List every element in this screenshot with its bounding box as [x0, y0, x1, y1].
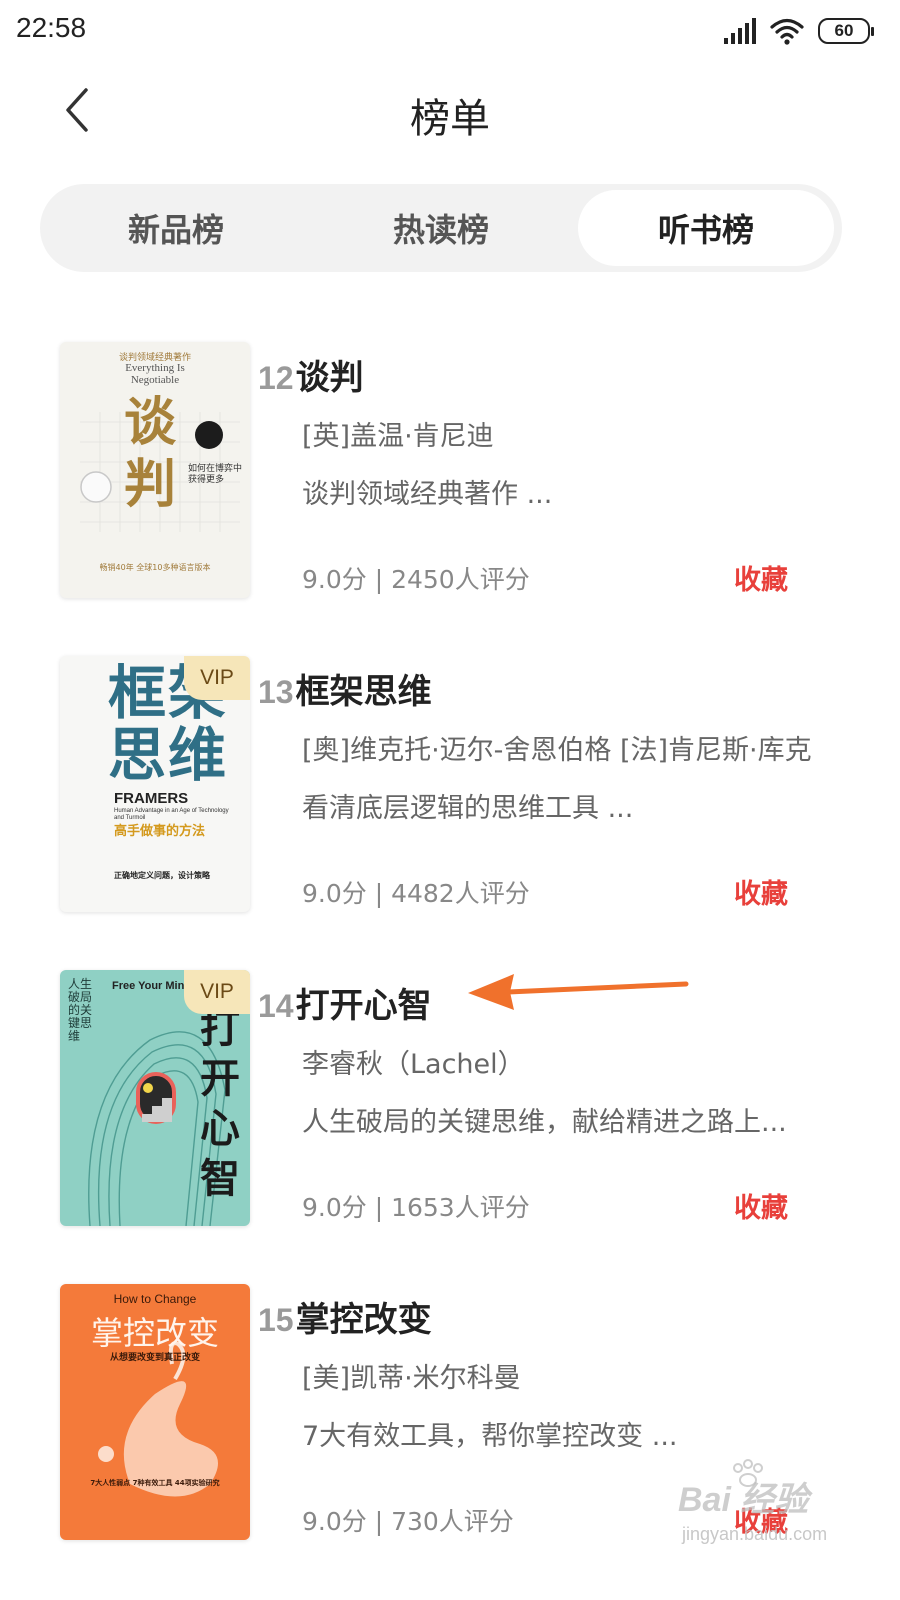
book-rating: 9.0分 | 2450人评分 [302, 565, 530, 594]
book-description: 看清底层逻辑的思维工具 ... [302, 793, 634, 824]
book-rank: 12 [258, 360, 294, 396]
book-item[interactable]: 谈判领域经典著作 Everything Is Negotiable 谈判 如何在… [0, 342, 900, 656]
book-title-row: 14 打开心智 [258, 978, 432, 1027]
nav-bar: 榜单 [0, 70, 900, 160]
cover-subtitle: 如何在博弈中获得更多 [188, 464, 243, 485]
book-title-row: 13 框架思维 [258, 664, 432, 713]
watermark: Bai 经验 jingyan.baidu.com [672, 1458, 862, 1558]
cover-en-title: FRAMERS [114, 790, 189, 807]
book-rank: 15 [258, 1302, 294, 1338]
cover-bottom-line: 畅销40年 全球10多种语言版本 [99, 563, 211, 572]
annotation-arrow-icon [468, 974, 689, 1010]
book-rank: 14 [258, 988, 294, 1024]
status-bar: 22:58 60 [0, 0, 900, 60]
vip-badge: VIP [184, 656, 250, 700]
book-item[interactable]: 框架思维 FRAMERS Human Advantage in an Age o… [0, 656, 900, 970]
book-item[interactable]: Free Your Mind 人生破局的关键思维 打开心智 VIP 14 打开心… [0, 970, 900, 1284]
battery-level: 60 [834, 21, 854, 40]
cover-big-title: 谈判 [124, 392, 177, 515]
cover-en-title: Free Your Mind [112, 980, 192, 992]
book-author: [奥]维克托·迈尔-舍恩伯格 [法]肯尼斯·库克 [302, 735, 812, 766]
cover-big-title: 掌控改变 [90, 1314, 219, 1352]
book-title[interactable]: 谈判 [296, 350, 364, 399]
battery-icon: 60 [818, 18, 874, 44]
book-cover[interactable]: 框架思维 FRAMERS Human Advantage in an Age o… [60, 656, 250, 912]
cover-en-title: How to Change [113, 1292, 197, 1306]
cover-bottom-line: 7大人性弱点 7种有效工具 44项实验研究 [90, 1479, 220, 1487]
book-title[interactable]: 框架思维 [296, 664, 432, 713]
book-cover[interactable]: 谈判领域经典著作 Everything Is Negotiable 谈判 如何在… [60, 342, 250, 598]
cover-en-title: Everything Is Negotiable [125, 362, 185, 386]
cover-subtitle: 从想要改变到真正改变 [109, 1353, 200, 1363]
book-cover[interactable]: Free Your Mind 人生破局的关键思维 打开心智 VIP [60, 970, 250, 1226]
ranking-tabs: 新品榜 热读榜 听书榜 [40, 184, 842, 272]
book-description: 谈判领域经典著作 ... [302, 479, 553, 510]
cover-bottom-line: 正确地定义问题，设计策略 [114, 871, 210, 880]
book-list: 谈判领域经典著作 Everything Is Negotiable 谈判 如何在… [0, 342, 900, 1598]
vip-badge: VIP [184, 970, 250, 1014]
book-rating: 9.0分 | 1653人评分 [302, 1193, 530, 1222]
book-rating: 9.0分 | 730人评分 [302, 1507, 514, 1536]
book-rating: 9.0分 | 4482人评分 [302, 879, 530, 908]
cover-big-title: 打开心智 [200, 1006, 240, 1202]
book-cover[interactable]: How to Change 掌控改变 从想要改变到真正改变 7大人性弱点 7种有… [60, 1284, 250, 1540]
collect-button[interactable]: 收藏 [734, 1186, 788, 1225]
watermark-main: Bai 经验 [678, 1481, 809, 1519]
signal-icon [724, 18, 756, 44]
book-title[interactable]: 掌控改变 [296, 1292, 432, 1341]
book-author: [美]凯蒂·米尔科曼 [302, 1363, 521, 1394]
collect-button[interactable]: 收藏 [734, 558, 788, 597]
book-author: 李睿秋（Lachel） [302, 1049, 525, 1080]
book-description: 7大有效工具，帮你掌控改变 ... [302, 1421, 678, 1452]
wifi-icon [770, 18, 804, 45]
tab-hot-reading[interactable]: 热读榜 [313, 190, 569, 266]
watermark-sub: jingyan.baidu.com [682, 1524, 828, 1544]
book-title-row: 12 谈判 [258, 350, 364, 399]
tab-audiobooks[interactable]: 听书榜 [578, 190, 834, 266]
book-title[interactable]: 打开心智 [296, 978, 432, 1027]
book-rank: 13 [258, 674, 294, 710]
collect-button[interactable]: 收藏 [734, 872, 788, 911]
cover-subtitle: 高手做事的方法 [114, 824, 206, 839]
cover-side-text: 人生破局的关键思维 [68, 977, 93, 1043]
tab-new-releases[interactable]: 新品榜 [48, 190, 304, 266]
status-time: 22:58 [16, 12, 87, 43]
page-title: 榜单 [410, 96, 490, 142]
status-icons: 60 [724, 14, 874, 48]
book-description: 人生破局的关键思维，献给精进之路上... [302, 1107, 787, 1138]
book-author: [英]盖温·肯尼迪 [302, 421, 494, 452]
book-title-row: 15 掌控改变 [258, 1292, 432, 1341]
